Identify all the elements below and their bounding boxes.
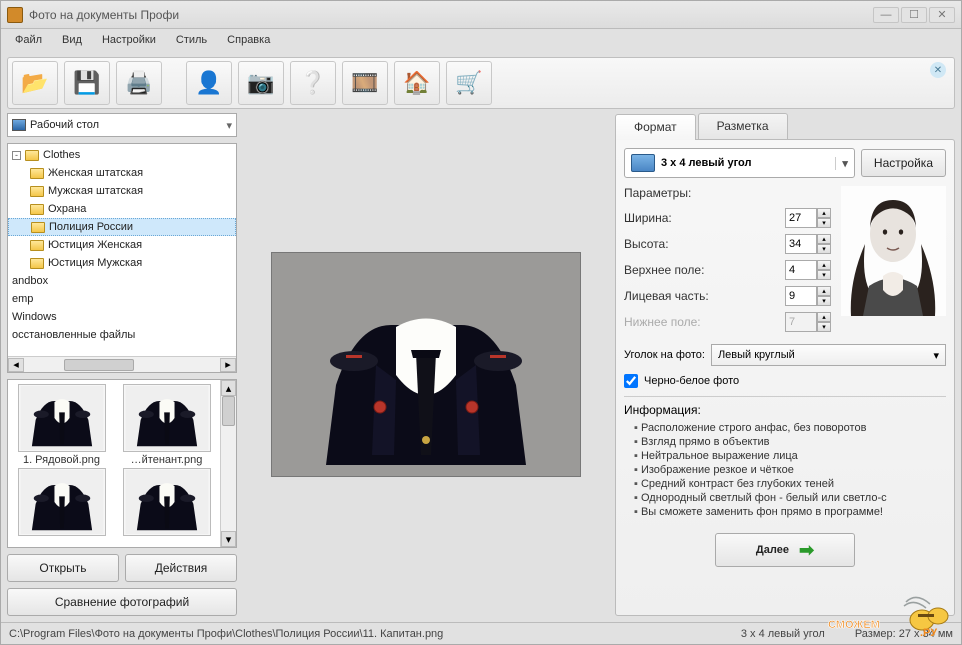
tool-print[interactable]: 🖨️ bbox=[116, 61, 162, 105]
window-title: Фото на документы Профи bbox=[29, 8, 873, 22]
monitor-icon bbox=[12, 119, 26, 131]
thumbnail-grid[interactable]: 1. Рядовой.png…йтенант.png bbox=[8, 380, 220, 547]
menubar: Файл Вид Настройки Стиль Справка bbox=[1, 29, 961, 51]
tab-format[interactable]: Формат bbox=[615, 114, 696, 140]
thumbnail[interactable] bbox=[12, 468, 111, 538]
tool-open[interactable]: 📂 bbox=[12, 61, 58, 105]
format-icon bbox=[631, 154, 655, 172]
thumbs-vscrollbar[interactable]: ▴▾ bbox=[220, 380, 236, 547]
folder-tree[interactable]: -ClothesЖенская штатскаяМужская штатская… bbox=[8, 144, 236, 356]
folder-icon bbox=[30, 204, 44, 215]
menu-view[interactable]: Вид bbox=[54, 31, 90, 49]
tree-item[interactable]: emp bbox=[8, 290, 236, 308]
tab-layout[interactable]: Разметка bbox=[698, 113, 788, 139]
tree-item[interactable]: Женская штатская bbox=[8, 164, 236, 182]
width-spinner[interactable]: ▴▾ bbox=[785, 208, 831, 228]
tree-hscrollbar[interactable]: ◂▸ bbox=[8, 356, 236, 372]
preview-area bbox=[243, 113, 609, 616]
top-spinner[interactable]: ▴▾ bbox=[785, 260, 831, 280]
menu-help[interactable]: Справка bbox=[219, 31, 278, 49]
toolbar-close-icon[interactable]: ✕ bbox=[930, 62, 946, 78]
toolbar: 📂 💾 🖨️ 👤 📷 ❔ 🎞️ 🏠 🛒 ✕ bbox=[7, 57, 955, 109]
statusbar: C:\Program Files\Фото на документы Профи… bbox=[1, 622, 961, 644]
folder-icon bbox=[31, 222, 45, 233]
tree-item[interactable]: Мужская штатская bbox=[8, 182, 236, 200]
minimize-button[interactable]: — bbox=[873, 7, 899, 23]
folder-icon bbox=[30, 258, 44, 269]
tool-help[interactable]: ❔ bbox=[290, 61, 336, 105]
tree-item[interactable]: Полиция России bbox=[8, 218, 236, 236]
corner-label: Уголок на фото: bbox=[624, 349, 705, 361]
app-icon bbox=[7, 7, 23, 23]
bw-checkbox[interactable] bbox=[624, 374, 638, 388]
maximize-button[interactable]: ☐ bbox=[901, 7, 927, 23]
menu-style[interactable]: Стиль bbox=[168, 31, 215, 49]
info-title: Информация: bbox=[624, 403, 946, 417]
format-name-label: 3 x 4 левый угол bbox=[661, 157, 751, 169]
tool-cart[interactable]: 🛒 bbox=[446, 61, 492, 105]
actions-button[interactable]: Действия bbox=[125, 554, 237, 582]
folder-icon bbox=[25, 150, 39, 161]
status-path: C:\Program Files\Фото на документы Профи… bbox=[9, 628, 711, 640]
compare-button[interactable]: Сравнение фотографий bbox=[7, 588, 237, 616]
tree-item[interactable]: Охрана bbox=[8, 200, 236, 218]
preview-image bbox=[271, 252, 581, 477]
close-button[interactable]: ✕ bbox=[929, 7, 955, 23]
root-location-combo[interactable]: Рабочий стол ▾ bbox=[7, 113, 237, 137]
tree-item[interactable]: Windows bbox=[8, 308, 236, 326]
thumbnail[interactable] bbox=[117, 468, 216, 538]
tool-film[interactable]: 🎞️ bbox=[342, 61, 388, 105]
root-location-label: Рабочий стол bbox=[30, 119, 99, 131]
corner-select[interactable]: Левый круглый▾ bbox=[711, 344, 946, 366]
menu-file[interactable]: Файл bbox=[7, 31, 50, 49]
info-list: Расположение строго анфас, без поворотов… bbox=[624, 421, 946, 519]
tree-item[interactable]: Юстиция Женская bbox=[8, 236, 236, 254]
height-spinner[interactable]: ▴▾ bbox=[785, 234, 831, 254]
open-button[interactable]: Открыть bbox=[7, 554, 119, 582]
format-settings-button[interactable]: Настройка bbox=[861, 149, 946, 177]
folder-icon bbox=[30, 186, 44, 197]
tool-home[interactable]: 🏠 bbox=[394, 61, 440, 105]
thumbnail[interactable]: …йтенант.png bbox=[117, 384, 216, 466]
face-spinner[interactable]: ▴▾ bbox=[785, 286, 831, 306]
tree-item[interactable]: осстановленные файлы bbox=[8, 326, 236, 344]
tree-item[interactable]: andbox bbox=[8, 272, 236, 290]
tool-person[interactable]: 👤 bbox=[186, 61, 232, 105]
format-combo[interactable]: 3 x 4 левый угол ▾ bbox=[624, 148, 855, 178]
status-format: 3 x 4 левый угол bbox=[741, 628, 825, 640]
tool-camera[interactable]: 📷 bbox=[238, 61, 284, 105]
tree-item[interactable]: Юстиция Мужская bbox=[8, 254, 236, 272]
thumbnail[interactable]: 1. Рядовой.png bbox=[12, 384, 111, 466]
titlebar: Фото на документы Профи — ☐ ✕ bbox=[1, 1, 961, 29]
params-title: Параметры: bbox=[624, 186, 831, 200]
folder-icon bbox=[30, 168, 44, 179]
arrow-right-icon: ➡ bbox=[799, 540, 814, 561]
next-button[interactable]: Далее ➡ bbox=[715, 533, 855, 567]
chevron-down-icon: ▾ bbox=[226, 119, 232, 132]
folder-icon bbox=[30, 240, 44, 251]
tool-save[interactable]: 💾 bbox=[64, 61, 110, 105]
chevron-down-icon: ▾ bbox=[835, 157, 848, 170]
bw-label: Черно-белое фото bbox=[644, 375, 739, 387]
status-size: Размер: 27 x 34 мм bbox=[855, 628, 953, 640]
chevron-down-icon: ▾ bbox=[933, 349, 939, 362]
tree-item[interactable]: -Clothes bbox=[8, 146, 236, 164]
sample-portrait bbox=[841, 186, 946, 316]
menu-settings[interactable]: Настройки bbox=[94, 31, 164, 49]
bottom-spinner: ▴▾ bbox=[785, 312, 831, 332]
